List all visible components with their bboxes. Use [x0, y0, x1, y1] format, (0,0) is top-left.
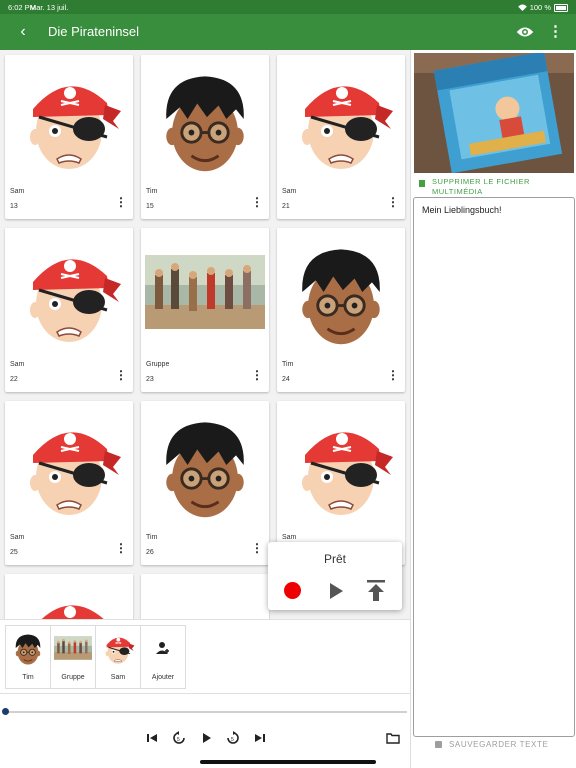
- card-number: 26: [146, 549, 154, 556]
- skip-next-icon[interactable]: [253, 731, 267, 745]
- page-card[interactable]: Sam 22 ⋮: [5, 228, 133, 392]
- svg-text:5: 5: [231, 737, 234, 743]
- pirate-avatar-image: [277, 401, 405, 529]
- page-card[interactable]: Gruppe 23 ⋮: [141, 228, 269, 392]
- group-photo-image: [141, 228, 269, 356]
- pirate-avatar-image: [277, 55, 405, 183]
- back-arrow-icon[interactable]: ‹: [14, 22, 32, 42]
- status-right: 100 %: [517, 3, 568, 12]
- skip-previous-icon[interactable]: [145, 731, 159, 745]
- pirate-avatar-image: [5, 55, 133, 183]
- battery-level: 100 %: [529, 3, 551, 12]
- battery-icon: [554, 3, 568, 12]
- character-label: Ajouter: [151, 674, 175, 681]
- card-name: Tim: [146, 188, 158, 195]
- record-icon[interactable]: [284, 582, 301, 599]
- card-number: 15: [146, 203, 154, 210]
- card-menu-icon[interactable]: ⋮: [387, 195, 399, 209]
- character-bar: Tim Gruppe Sam Ajouter: [0, 619, 410, 695]
- pirate-avatar-image: [5, 401, 133, 529]
- page-card[interactable]: Sam 25 ⋮: [5, 401, 133, 565]
- page-text-field[interactable]: Mein Lieblingsbuch!: [413, 197, 575, 737]
- audio-player: 5 5: [0, 694, 410, 768]
- status-date: Mar. 13 juil.: [30, 3, 69, 12]
- recorder-panel: Prêt: [268, 542, 402, 610]
- card-menu-icon[interactable]: ⋮: [115, 195, 127, 209]
- app-bar: ‹ Die Pirateninsel ⋮: [0, 14, 576, 50]
- character-label: Gruppe: [61, 674, 85, 681]
- page-card[interactable]: Sam 13 ⋮: [5, 55, 133, 219]
- pirate-avatar-image: [5, 228, 133, 356]
- page-card[interactable]: Sam ⋮: [277, 401, 405, 565]
- card-name: Sam: [10, 188, 25, 195]
- character-chip-sam[interactable]: Sam: [95, 625, 141, 689]
- recorder-status: Prêt: [323, 552, 346, 566]
- group-photo-image: [51, 626, 95, 670]
- add-person-icon: [141, 626, 185, 670]
- boy-avatar-image: [277, 228, 405, 356]
- seek-thumb[interactable]: [2, 708, 9, 715]
- boy-avatar-image: [6, 626, 50, 670]
- play-icon[interactable]: [330, 583, 343, 599]
- sidebar-panel: SUPPRIMER LE FICHIER MULTIMÉDIA Mein Lie…: [410, 50, 576, 768]
- card-number: 25: [10, 549, 18, 556]
- upload-icon[interactable]: [366, 580, 386, 602]
- card-number: 23: [146, 376, 154, 383]
- page-card[interactable]: Tim 24 ⋮: [277, 228, 405, 392]
- page-card[interactable]: [141, 574, 269, 619]
- card-name: Gruppe: [146, 361, 170, 368]
- home-indicator: [200, 760, 376, 764]
- card-menu-icon[interactable]: ⋮: [251, 195, 263, 209]
- page-title: Die Pirateninsel: [48, 24, 140, 39]
- page-card[interactable]: Tim 15 ⋮: [141, 55, 269, 219]
- card-number: 24: [282, 376, 290, 383]
- character-chip-tim[interactable]: Tim: [5, 625, 51, 689]
- more-vert-icon[interactable]: ⋮: [548, 23, 563, 41]
- card-menu-icon[interactable]: ⋮: [251, 368, 263, 382]
- delete-media-label: SUPPRIMER LE FICHIER MULTIMÉDIA: [432, 177, 530, 196]
- boy-avatar-image: [141, 401, 269, 529]
- page-text-content: Mein Lieblingsbuch!: [422, 205, 502, 215]
- card-name: Tim: [146, 534, 158, 541]
- save-text-button[interactable]: SAUVEGARDER TEXTE: [435, 740, 565, 754]
- pirate-avatar-image: [5, 574, 133, 619]
- page-card[interactable]: Sam 21 ⋮: [277, 55, 405, 219]
- folder-icon[interactable]: [386, 731, 400, 745]
- page-card[interactable]: Tim 26 ⋮: [141, 401, 269, 565]
- card-name: Tim: [282, 361, 294, 368]
- card-name: Sam: [10, 361, 25, 368]
- card-number: 22: [10, 376, 18, 383]
- play-icon[interactable]: [199, 731, 213, 745]
- page-card[interactable]: [5, 574, 133, 619]
- card-menu-icon[interactable]: ⋮: [251, 541, 263, 555]
- svg-text:5: 5: [177, 737, 180, 743]
- card-menu-icon[interactable]: ⋮: [115, 541, 127, 555]
- save-text-label: SAUVEGARDER TEXTE: [449, 740, 549, 749]
- save-icon: [435, 741, 442, 748]
- card-name: Sam: [282, 188, 297, 195]
- card-number: 21: [282, 203, 290, 210]
- character-chip-gruppe[interactable]: Gruppe: [50, 625, 96, 689]
- page-grid: Sam 13 ⋮ Tim 15 ⋮ Sam 21 ⋮ Sam 22 ⋮ Grup…: [0, 50, 410, 619]
- add-character-button[interactable]: Ajouter: [140, 625, 186, 689]
- seek-bar[interactable]: [5, 711, 407, 713]
- card-name: Sam: [282, 534, 297, 541]
- eye-icon[interactable]: [516, 24, 534, 40]
- pirate-avatar-image: [96, 626, 140, 670]
- character-label: Tim: [22, 674, 34, 681]
- card-menu-icon[interactable]: ⋮: [115, 368, 127, 382]
- wifi-icon: [517, 4, 527, 11]
- book-cover-photo: [414, 53, 574, 173]
- trash-icon: [419, 180, 425, 187]
- card-number: 13: [10, 203, 18, 210]
- card-menu-icon[interactable]: ⋮: [387, 368, 399, 382]
- replay-5-icon[interactable]: 5: [172, 731, 186, 745]
- character-label: Sam: [110, 674, 126, 681]
- boy-avatar-image: [141, 55, 269, 183]
- card-name: Sam: [10, 534, 25, 541]
- forward-5-icon[interactable]: 5: [226, 731, 240, 745]
- status-bar: 6:02 PM Mar. 13 juil. 100 %: [0, 0, 576, 14]
